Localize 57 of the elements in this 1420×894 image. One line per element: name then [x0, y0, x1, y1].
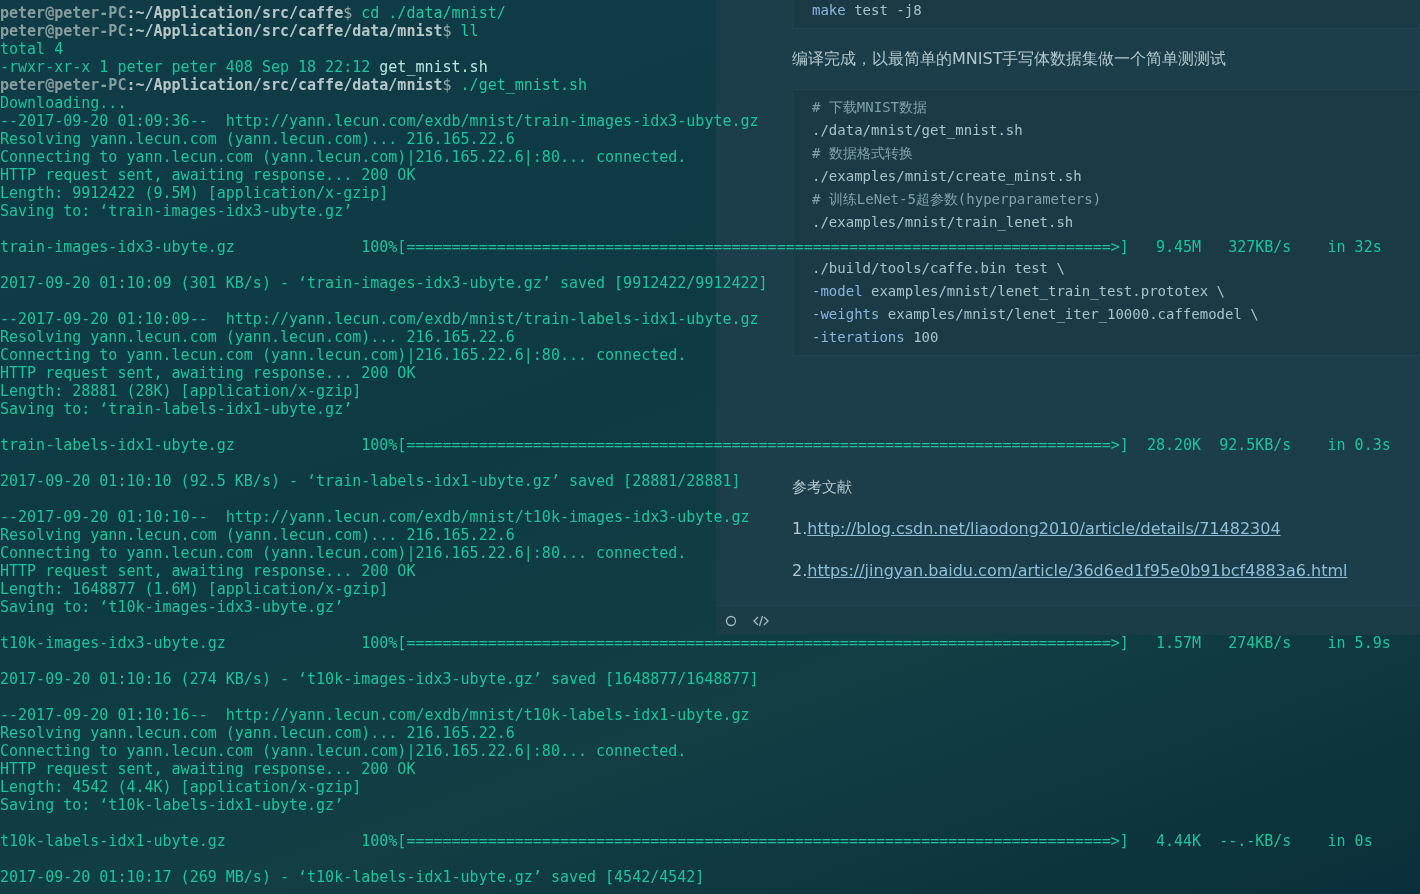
terminal-line: peter@peter-PC:~/Application/src/caffe$ cd ./data/mnist/ — [0, 4, 506, 22]
terminal-line: Resolving yann.lecun.com (yann.lecun.com)... 216.165.22.6 — [0, 526, 515, 544]
code-line: ./examples/mnist/train_lenet.sh — [812, 213, 1074, 233]
terminal-line: --2017-09-20 01:09:36-- http://yann.lecun.com/exdb/mnist/train-images-idx3-ubyte.gz — [0, 112, 759, 130]
paragraph: 编译完成，以最简单的MNIST手写体数据集做一个简单测测试 — [792, 48, 1227, 70]
terminal-line: Connecting to yann.lecun.com (yann.lecun.com)|216.165.22.6|:80... connected. — [0, 544, 687, 562]
terminal-line: Resolving yann.lecun.com (yann.lecun.com)... 216.165.22.6 — [0, 130, 515, 148]
terminal-line: Connecting to yann.lecun.com (yann.lecun.com)|216.165.22.6|:80... connected. — [0, 148, 687, 166]
code-line: -model examples/mnist/lenet_train_test.prototex \ — [812, 282, 1225, 302]
terminal-line: Connecting to yann.lecun.com (yann.lecun.com)|216.165.22.6|:80... connected. — [0, 346, 687, 364]
terminal-line: Length: 4542 (4.4K) [application/x-gzip] — [0, 778, 362, 796]
code-comment: # 下载MNIST数据 — [812, 98, 927, 117]
code-line: -iterations 100 — [812, 328, 939, 347]
reference-link[interactable]: http://blog.csdn.net/liaodong2010/article/details/71482304 — [807, 518, 1281, 538]
terminal-line: 2017-09-20 01:10:16 (274 KB/s) - ‘t10k-images-idx3-ubyte.gz’ saved [1648877/1648877] — [0, 670, 759, 688]
terminal-line: HTTP request sent, awaiting response... 200 OK — [0, 166, 416, 184]
terminal-line: --2017-09-20 01:10:16-- http://yann.lecun.com/exdb/mnist/t10k-labels-idx1-ubyte.gz — [0, 706, 750, 724]
code-line: ./build/tools/caffe.bin test \ — [812, 259, 1065, 278]
reference-item: 2.https://jingyan.baidu.com/article/36d6ed1f95e0b91bcf4883a6.html — [792, 559, 1348, 582]
reference-link[interactable]: https://jingyan.baidu.com/article/36d6ed1f95e0b91bcf4883a6.html — [807, 560, 1348, 580]
terminal-line: peter@peter-PC:~/Application/src/caffe/data/mnist$ ./get_mnist.sh — [0, 76, 587, 94]
terminal-line: --2017-09-20 01:10:10-- http://yann.lecun.com/exdb/mnist/t10k-images-idx3-ubyte.gz — [0, 508, 750, 526]
terminal-line: Saving to: ‘train-labels-idx1-ubyte.gz’ — [0, 400, 353, 418]
terminal-line: train-images-idx3-ubyte.gz 100%[==============================================================================>] 9.45M 327KB/s in 32s — [0, 238, 1382, 256]
terminal-line: -rwxr-xr-x 1 peter peter 408 Sep 18 22:12 get_mnist.sh — [0, 58, 488, 76]
terminal-line: Length: 1648877 (1.6M) [application/x-gzip] — [0, 580, 389, 598]
terminal-line: peter@peter-PC:~/Application/src/caffe/data/mnist$ ll — [0, 22, 479, 40]
terminal-line: --2017-09-20 01:10:09-- http://yann.lecun.com/exdb/mnist/train-labels-idx1-ubyte.gz — [0, 310, 759, 328]
terminal-line: 2017-09-20 01:10:17 (269 MB/s) - ‘t10k-labels-idx1-ubyte.gz’ saved [4542/4542] — [0, 868, 705, 886]
reference-item: 1.http://blog.csdn.net/liaodong2010/article/details/71482304 — [792, 517, 1281, 540]
terminal-line: Resolving yann.lecun.com (yann.lecun.com)... 216.165.22.6 — [0, 328, 515, 346]
section-heading: 参考文献 — [792, 477, 852, 498]
terminal-line: Resolving yann.lecun.com (yann.lecun.com)... 216.165.22.6 — [0, 724, 515, 742]
code-comment: # 训练LeNet-5超参数(hyperparameters) — [812, 190, 1102, 209]
terminal-line: Saving to: ‘t10k-labels-idx1-ubyte.gz’ — [0, 796, 344, 814]
terminal-line: t10k-images-idx3-ubyte.gz 100%[==============================================================================>] 1.57M 274KB/s in 5.9s — [0, 634, 1391, 652]
terminal-line: HTTP request sent, awaiting response... 200 OK — [0, 364, 416, 382]
code-line: make test -j8 — [812, 1, 922, 20]
terminal-line: t10k-labels-idx1-ubyte.gz 100%[==============================================================================>] 4.44K --.-KB/s in 0s — [0, 832, 1373, 850]
terminal-line: Downloading... — [0, 94, 127, 112]
terminal-line: 2017-09-20 01:10:10 (92.5 KB/s) - ‘train-labels-idx1-ubyte.gz’ saved [28881/28881] — [0, 472, 741, 490]
terminal-line: 2017-09-20 01:10:09 (301 KB/s) - ‘train-images-idx3-ubyte.gz’ saved [9912422/9912422] — [0, 274, 768, 292]
code-line: ./examples/mnist/create_minst.sh — [812, 167, 1082, 187]
circle-icon[interactable] — [725, 614, 737, 627]
code-comment: # 数据格式转换 — [812, 144, 913, 163]
code-line: ./data/mnist/get_mnist.sh — [812, 121, 1023, 141]
code-icon[interactable] — [753, 614, 769, 627]
terminal-line: HTTP request sent, awaiting response... 200 OK — [0, 562, 416, 580]
terminal-line: total 4 — [0, 40, 64, 58]
terminal-line: Length: 28881 (28K) [application/x-gzip] — [0, 382, 362, 400]
terminal-line: Length: 9912422 (9.5M) [application/x-gzip] — [0, 184, 389, 202]
terminal-line: HTTP request sent, awaiting response... 200 OK — [0, 760, 416, 778]
terminal-line: Connecting to yann.lecun.com (yann.lecun.com)|216.165.22.6|:80... connected. — [0, 742, 687, 760]
code-line: -weights examples/mnist/lenet_iter_10000.caffemodel \ — [812, 305, 1259, 325]
terminal-line: train-labels-idx1-ubyte.gz 100%[==============================================================================>] 28.20K 92.5KB/s in 0.3s — [0, 436, 1391, 454]
terminal-line: Saving to: ‘train-images-idx3-ubyte.gz’ — [0, 202, 353, 220]
terminal-line: Saving to: ‘t10k-images-idx3-ubyte.gz’ — [0, 598, 344, 616]
